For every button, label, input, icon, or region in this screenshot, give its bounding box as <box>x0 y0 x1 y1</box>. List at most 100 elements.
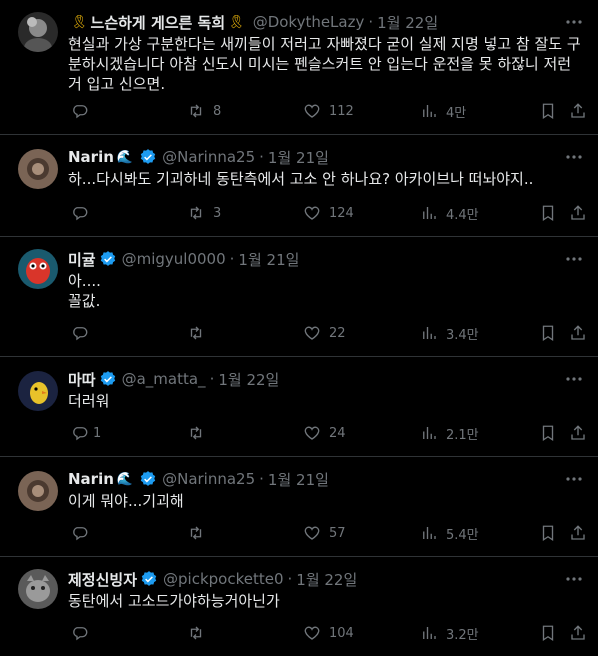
views-count: 2.1만 <box>446 427 479 443</box>
reply-icon <box>73 427 88 441</box>
share-icon <box>571 103 585 118</box>
reply-icon <box>73 627 88 641</box>
action-bar: 1 24 2.1만 <box>68 414 598 456</box>
display-name[interactable]: 미귤 <box>68 249 96 270</box>
share-button[interactable] <box>569 101 587 121</box>
timestamp[interactable]: 1월 22일 <box>296 569 357 590</box>
views-count: 3.2만 <box>446 627 479 643</box>
tweet-header: 🎗 느슨하게 게으른 독희 🎗 @DokytheLazy · 1월 22일 <box>68 12 582 32</box>
bookmark-icon <box>542 425 554 442</box>
like-button[interactable]: 57 <box>303 523 346 543</box>
display-name[interactable]: Narin <box>68 148 114 166</box>
timestamp[interactable]: 1월 21일 <box>238 249 299 270</box>
tweet[interactable]: 마따 @a_matta_ · 1월 22일 더러워 1 24 2.1만 <box>0 357 598 457</box>
tweet[interactable]: 미귤 @migyul0000 · 1월 21일 아.... 꼴값. 22 3.4… <box>0 237 598 357</box>
share-button[interactable] <box>569 623 587 643</box>
share-icon <box>571 625 585 640</box>
tweet[interactable]: 제정신빙자 @pickpockette0 · 1월 22일 동탄에서 고소드가야… <box>0 557 598 656</box>
bookmark-button[interactable] <box>539 323 557 343</box>
share-button[interactable] <box>569 203 587 223</box>
bookmark-button[interactable] <box>539 203 557 223</box>
retweet-button[interactable]: 3 <box>187 203 221 223</box>
heart-icon <box>304 526 320 540</box>
views-button[interactable]: 5.4만 <box>420 523 479 543</box>
more-icon[interactable] <box>564 569 584 589</box>
more-icon[interactable] <box>564 369 584 389</box>
retweet-button[interactable] <box>187 523 213 543</box>
bookmark-button[interactable] <box>539 101 557 121</box>
reply-button[interactable] <box>71 203 97 223</box>
more-icon[interactable] <box>564 469 584 489</box>
bookmark-button[interactable] <box>539 423 557 443</box>
retweet-button[interactable] <box>187 623 213 643</box>
avatar[interactable] <box>18 149 58 189</box>
timestamp[interactable]: 1월 21일 <box>268 147 329 168</box>
display-name[interactable]: 제정신빙자 <box>68 569 137 590</box>
tweet-text: 동탄에서 고소드가야하능거아닌가 <box>68 592 280 610</box>
views-icon <box>423 527 436 539</box>
tweet-text: 더러워 <box>68 392 110 410</box>
more-icon[interactable] <box>564 249 584 269</box>
reply-button[interactable] <box>71 523 97 543</box>
tweet-text: 이게 뭐야...기괴해 <box>68 492 184 510</box>
share-button[interactable] <box>569 423 587 443</box>
user-handle[interactable]: @migyul0000 <box>122 250 226 268</box>
user-handle[interactable]: @a_matta_ <box>122 370 206 388</box>
retweet-button[interactable]: 8 <box>187 101 221 121</box>
tweet-text: 하...다시봐도 기괴하네 동탄측에서 고소 안 하나요? 아카이브나 떠놔야지… <box>68 170 534 188</box>
avatar[interactable] <box>18 12 58 52</box>
reply-count: 1 <box>93 425 102 441</box>
user-handle[interactable]: @Narinna25 <box>162 148 255 166</box>
avatar[interactable] <box>18 471 58 511</box>
reply-button[interactable] <box>71 101 97 121</box>
reply-button[interactable]: 1 <box>71 423 101 443</box>
tweet[interactable]: Narin 🌊 @Narinna25 · 1월 21일 하...다시봐도 기괴하… <box>0 135 598 237</box>
share-button[interactable] <box>569 323 587 343</box>
retweet-icon <box>190 426 202 440</box>
avatar[interactable] <box>18 569 58 609</box>
separator-dot: · <box>368 13 374 31</box>
views-button[interactable]: 2.1만 <box>420 423 479 443</box>
retweet-icon <box>190 104 202 118</box>
like-button[interactable]: 124 <box>303 203 354 223</box>
like-button[interactable]: 112 <box>303 101 354 121</box>
display-name[interactable]: 느슨하게 게으른 독희 <box>91 12 226 33</box>
retweet-button[interactable] <box>187 423 213 443</box>
reply-button[interactable] <box>71 623 97 643</box>
avatar[interactable] <box>18 371 58 411</box>
views-button[interactable]: 3.4만 <box>420 323 479 343</box>
like-count: 104 <box>329 625 354 641</box>
tweet[interactable]: Narin 🌊 @Narinna25 · 1월 21일 이게 뭐야...기괴해 … <box>0 457 598 557</box>
retweet-button[interactable] <box>187 323 213 343</box>
timestamp[interactable]: 1월 22일 <box>218 369 279 390</box>
timestamp[interactable]: 1월 22일 <box>377 12 438 33</box>
more-icon[interactable] <box>564 147 584 167</box>
views-button[interactable]: 3.2만 <box>420 623 479 643</box>
reply-button[interactable] <box>71 323 97 343</box>
bookmark-icon <box>542 325 554 342</box>
user-handle[interactable]: @DokytheLazy <box>253 13 365 31</box>
display-name[interactable]: 마따 <box>68 369 96 390</box>
separator-dot: · <box>259 148 264 166</box>
user-handle[interactable]: @Narinna25 <box>162 470 255 488</box>
like-count: 124 <box>329 205 354 221</box>
user-handle[interactable]: @pickpockette0 <box>163 570 283 588</box>
bookmark-icon <box>542 103 554 120</box>
like-button[interactable]: 22 <box>303 323 346 343</box>
like-button[interactable]: 104 <box>303 623 354 643</box>
display-name[interactable]: Narin <box>68 470 114 488</box>
views-icon <box>423 207 436 219</box>
avatar[interactable] <box>18 249 58 289</box>
bookmark-button[interactable] <box>539 523 557 543</box>
views-button[interactable]: 4만 <box>420 101 466 121</box>
views-button[interactable]: 4.4만 <box>420 203 479 223</box>
more-icon[interactable] <box>564 12 584 32</box>
share-icon <box>571 205 585 220</box>
retweet-count: 3 <box>213 205 222 221</box>
separator-dot: · <box>287 570 293 588</box>
bookmark-button[interactable] <box>539 623 557 643</box>
tweet[interactable]: 🎗 느슨하게 게으른 독희 🎗 @DokytheLazy · 1월 22일 현실… <box>0 0 598 135</box>
timestamp[interactable]: 1월 21일 <box>268 469 329 490</box>
share-button[interactable] <box>569 523 587 543</box>
like-button[interactable]: 24 <box>303 423 346 443</box>
